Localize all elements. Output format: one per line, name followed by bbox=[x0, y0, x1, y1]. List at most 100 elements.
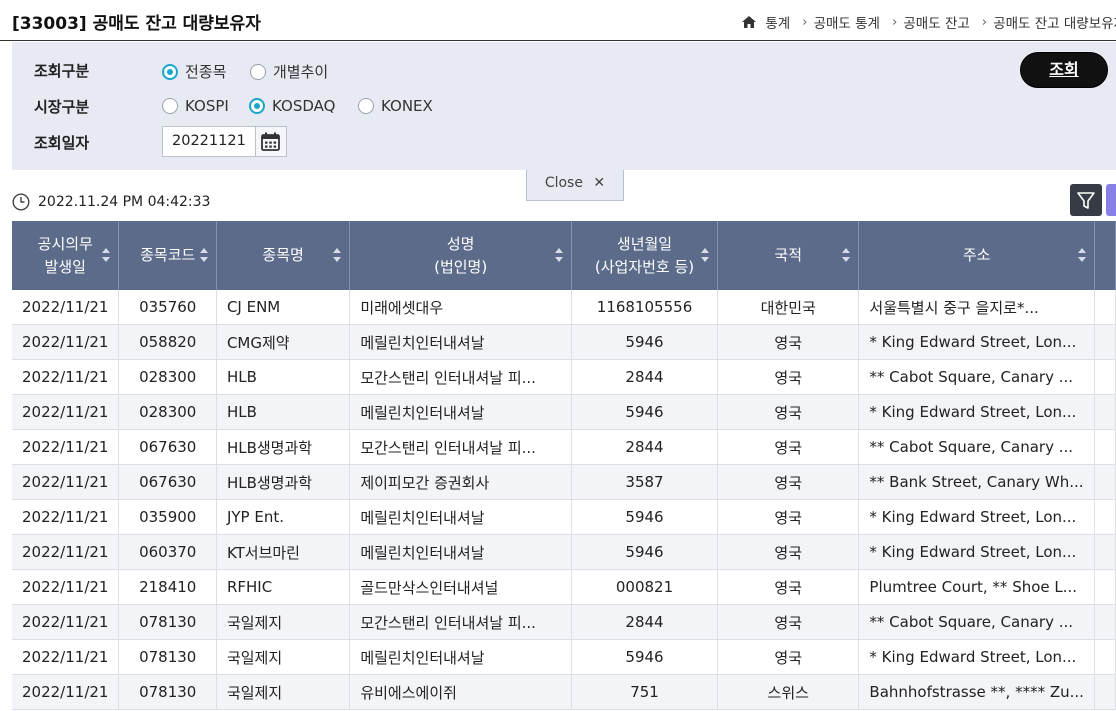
cell-birth-date: 5946 bbox=[571, 324, 719, 360]
cell-disclosure-date: 2022/11/21 bbox=[12, 464, 120, 500]
cell-stock-code: 035760 bbox=[118, 290, 217, 325]
filter-button[interactable] bbox=[1070, 184, 1102, 216]
cell-birth-date: 2844 bbox=[571, 359, 719, 395]
cell-stock-code: 035900 bbox=[118, 499, 217, 535]
table-row[interactable]: 2022/11/21 218410 RFHIC 골드만삭스인터내셔널 000821 영국 P… bbox=[12, 569, 1116, 605]
col-header-stock-code[interactable]: 종목코드 bbox=[118, 221, 217, 290]
chevron-right-icon: › bbox=[802, 14, 808, 30]
radio-selected-icon bbox=[162, 63, 178, 80]
cell-disclosure-date: 2022/11/21 bbox=[12, 359, 120, 395]
radio-konex[interactable]: KONEX bbox=[358, 97, 433, 115]
breadcrumb-item-stats[interactable]: 통계 bbox=[765, 12, 790, 32]
table-row[interactable]: 2022/11/21 067630 HLB생명과학 제이피모간 증권회사 3587 영국 *… bbox=[12, 464, 1116, 500]
table-row[interactable]: 2022/11/21 035900 JYP Ent. 메릴린치인터내셔날 5946 영국 *… bbox=[12, 499, 1116, 535]
cell-birth-date: 2844 bbox=[571, 604, 719, 640]
cell-stock-name: KT서브마린 bbox=[216, 534, 351, 570]
calendar-button[interactable] bbox=[256, 126, 287, 157]
cell-holder-name: 골드만삭스인터내셔널 bbox=[349, 569, 572, 605]
table-row[interactable]: 2022/11/21 078130 국일제지 유비에스에이쥐 751 스위스 Bahnhof… bbox=[12, 674, 1116, 710]
cell-overflow bbox=[1094, 429, 1116, 465]
cell-holder-name: 모간스탠리 인터내셔날 피... bbox=[349, 359, 572, 395]
cell-address: Bahnhofstrasse **, **** Zu... bbox=[858, 674, 1095, 710]
cell-overflow bbox=[1094, 499, 1116, 535]
cell-holder-name: 메릴린치인터내셔날 bbox=[349, 534, 572, 570]
table-row[interactable]: 2022/11/21 028300 HLB 메릴린치인터내셔날 5946 영국 * King… bbox=[12, 394, 1116, 430]
cell-address: Plumtree Court, ** Shoe L... bbox=[858, 569, 1095, 605]
cell-holder-name: 메릴린치인터내셔날 bbox=[349, 499, 572, 535]
cell-nationality: 스위스 bbox=[717, 674, 860, 710]
cell-overflow bbox=[1094, 604, 1116, 640]
cell-overflow bbox=[1094, 359, 1116, 395]
cell-nationality: 영국 bbox=[717, 604, 860, 640]
cell-disclosure-date: 2022/11/21 bbox=[12, 534, 120, 570]
cell-stock-code: 078130 bbox=[118, 604, 217, 640]
cell-address: * King Edward Street, Lon... bbox=[858, 639, 1095, 675]
cell-holder-name: 메릴린치인터내셔날 bbox=[349, 394, 572, 430]
cell-overflow bbox=[1094, 324, 1116, 360]
close-icon: ✕ bbox=[593, 175, 606, 191]
cell-nationality: 영국 bbox=[717, 534, 860, 570]
search-panel: 조회구분 전종목 개별추이 시장구분 KOSPI KOSDAQ KONEX 조회… bbox=[12, 42, 1116, 170]
radio-unselected-icon bbox=[250, 63, 266, 80]
col-header-stock-name[interactable]: 종목명 bbox=[216, 221, 351, 290]
cell-birth-date: 000821 bbox=[571, 569, 719, 605]
filter-icon bbox=[1077, 192, 1095, 209]
col-header-disclosure-date[interactable]: 공시의무 발생일 bbox=[12, 221, 120, 290]
close-panel-button[interactable]: Close ✕ bbox=[526, 170, 624, 201]
sort-icon bbox=[554, 248, 563, 262]
cell-overflow bbox=[1094, 394, 1116, 430]
table-row[interactable]: 2022/11/21 078130 국일제지 모간스탠리 인터내셔날 피... 2844… bbox=[12, 604, 1116, 640]
timestamp: 2022.11.24 PM 04:42:33 bbox=[12, 193, 210, 211]
radio-all-stocks[interactable]: 전종목 bbox=[162, 61, 226, 82]
cell-stock-code: 058820 bbox=[118, 324, 217, 360]
table-row[interactable]: 2022/11/21 067630 HLB생명과학 모간스탠리 인터내셔날 피... 2… bbox=[12, 429, 1116, 465]
cell-birth-date: 5946 bbox=[571, 534, 719, 570]
cell-holder-name: 모간스탠리 인터내셔날 피... bbox=[349, 429, 572, 465]
download-button[interactable] bbox=[1106, 184, 1116, 216]
cell-overflow bbox=[1094, 674, 1116, 710]
title-bar: [33003] 공매도 잔고 대량보유자 통계 › 공매도 통계 › 공매도 잔… bbox=[0, 0, 1116, 41]
cell-birth-date: 5946 bbox=[571, 639, 719, 675]
col-header-overflow bbox=[1094, 221, 1116, 290]
col-header-birth-date[interactable]: 생년월일 (사업자번호 등) bbox=[571, 221, 719, 290]
radio-individual-trend[interactable]: 개별추이 bbox=[250, 61, 328, 82]
col-header-address[interactable]: 주소 bbox=[858, 221, 1095, 290]
cell-nationality: 영국 bbox=[717, 569, 860, 605]
breadcrumb-item-short-balance[interactable]: 공매도 잔고 bbox=[903, 12, 969, 32]
breadcrumb-item-large-holders[interactable]: 공매도 잔고 대량보유자 bbox=[993, 12, 1116, 32]
cell-stock-code: 078130 bbox=[118, 674, 217, 710]
table-row[interactable]: 2022/11/21 058820 CMG제약 메릴린치인터내셔날 5946 영국 * Ki… bbox=[12, 324, 1116, 360]
radio-kosdaq[interactable]: KOSDAQ bbox=[249, 97, 335, 115]
cell-disclosure-date: 2022/11/21 bbox=[12, 324, 120, 360]
cell-overflow bbox=[1094, 290, 1116, 325]
sort-icon bbox=[199, 248, 208, 262]
table-row[interactable]: 2022/11/21 060370 KT서브마린 메릴린치인터내셔날 5946 영국 * K… bbox=[12, 534, 1116, 570]
cell-stock-name: CJ ENM bbox=[216, 290, 351, 325]
table-row[interactable]: 2022/11/21 028300 HLB 모간스탠리 인터내셔날 피... 2844 영… bbox=[12, 359, 1116, 395]
col-header-holder-name[interactable]: 성명 (법인명) bbox=[349, 221, 572, 290]
cell-disclosure-date: 2022/11/21 bbox=[12, 674, 120, 710]
sort-icon bbox=[1077, 248, 1086, 262]
cell-disclosure-date: 2022/11/21 bbox=[12, 569, 120, 605]
radio-kospi[interactable]: KOSPI bbox=[162, 97, 229, 115]
cell-birth-date: 2844 bbox=[571, 429, 719, 465]
home-icon[interactable] bbox=[741, 15, 757, 29]
cell-nationality: 영국 bbox=[717, 359, 860, 395]
col-header-nationality[interactable]: 국적 bbox=[717, 221, 860, 290]
cell-birth-date: 3587 bbox=[571, 464, 719, 500]
cell-address: ** Cabot Square, Canary ... bbox=[858, 429, 1095, 465]
cell-address: * King Edward Street, Lon... bbox=[858, 534, 1095, 570]
table-row[interactable]: 2022/11/21 078130 국일제지 메릴린치인터내셔날 5946 영국 * Kin… bbox=[12, 639, 1116, 675]
cell-address: ** Cabot Square, Canary ... bbox=[858, 359, 1095, 395]
cell-address: * King Edward Street, Lon... bbox=[858, 324, 1095, 360]
table-row[interactable]: 2022/11/21 035760 CJ ENM 미래에셋대우 1168105556 대한… bbox=[12, 290, 1116, 325]
sort-icon bbox=[701, 248, 710, 262]
cell-birth-date: 751 bbox=[571, 674, 719, 710]
cell-stock-code: 067630 bbox=[118, 464, 217, 500]
query-button[interactable]: 조회 bbox=[1020, 52, 1108, 88]
market-label: 시장구분 bbox=[34, 98, 90, 116]
date-input[interactable]: 20221121 bbox=[162, 126, 256, 157]
cell-stock-code: 028300 bbox=[118, 394, 217, 430]
breadcrumb-item-short-stats[interactable]: 공매도 통계 bbox=[814, 12, 880, 32]
cell-stock-name: HLB생명과학 bbox=[216, 464, 351, 500]
